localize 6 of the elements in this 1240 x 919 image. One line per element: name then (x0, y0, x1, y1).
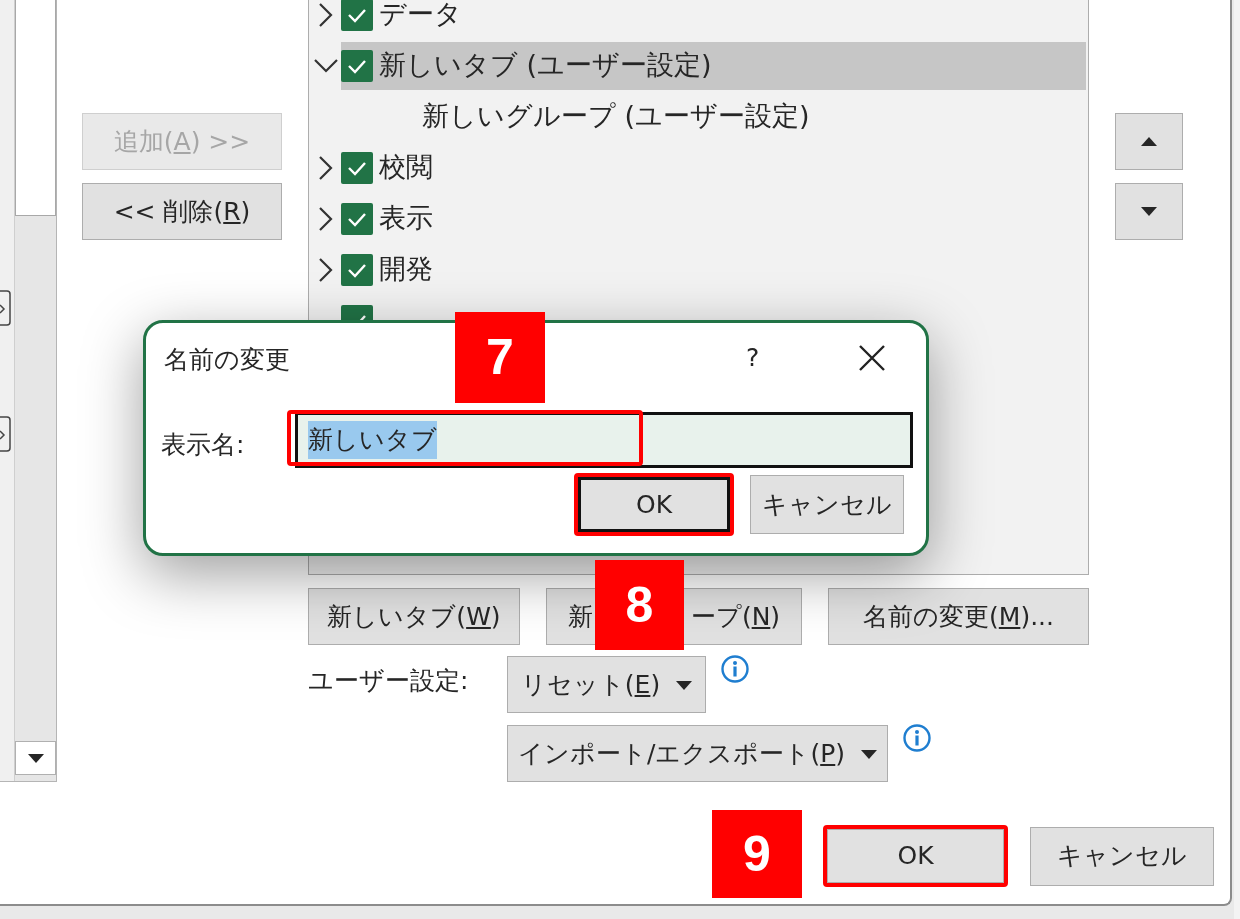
dialog-title: 名前の変更 (164, 344, 290, 376)
step-number-overlay: 9 (712, 810, 802, 898)
step-number-overlay: 7 (455, 312, 545, 403)
step-number-overlay: 8 (595, 560, 684, 650)
customizations-label: ユーザー設定: (308, 665, 470, 697)
field-label: 表示名: (161, 429, 245, 461)
